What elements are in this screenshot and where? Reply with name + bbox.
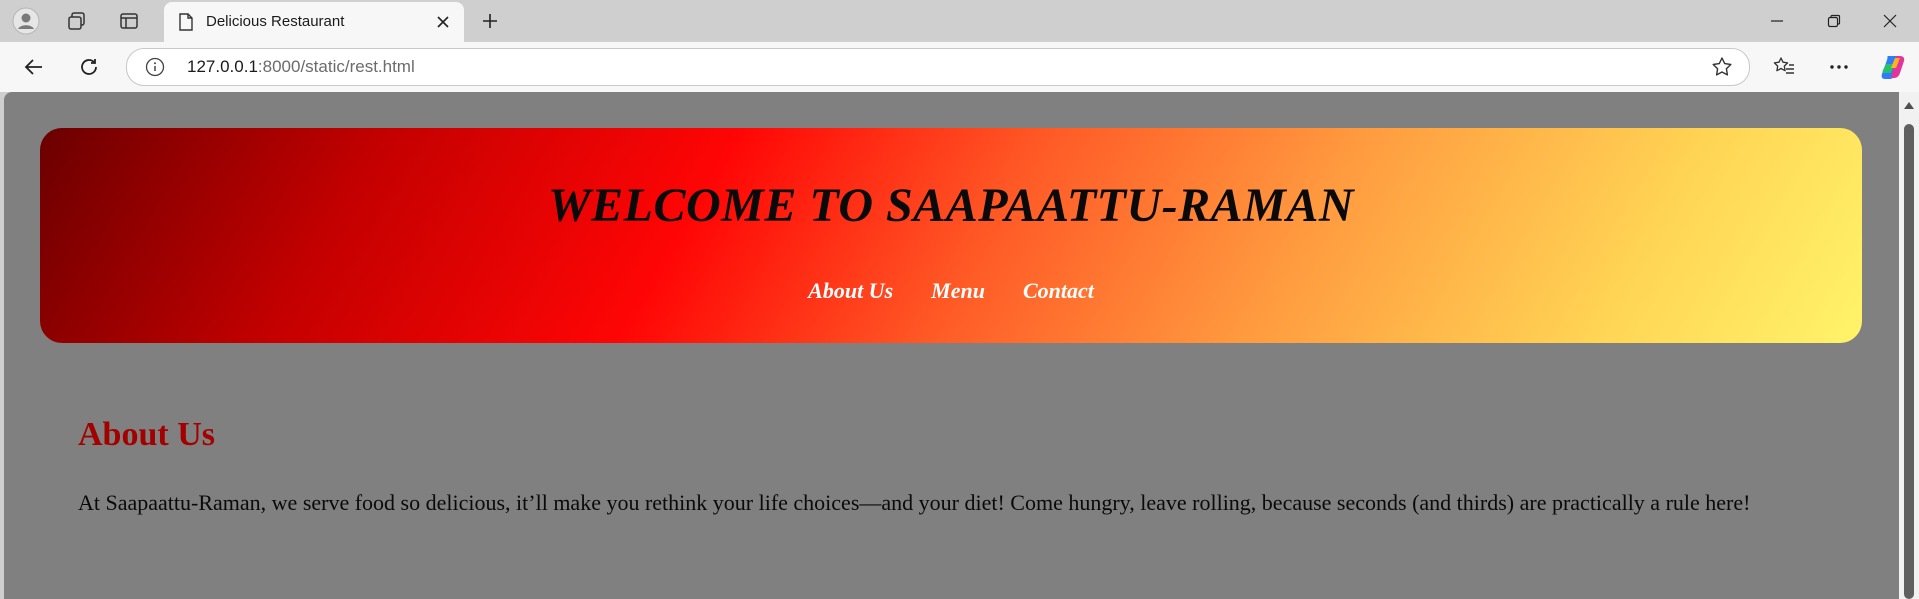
more-button[interactable] (1821, 50, 1857, 84)
profile-icon (12, 7, 40, 35)
hero-title: WELCOME TO SAAPAATTU-RAMAN (547, 179, 1355, 232)
scroll-up-arrow[interactable] (1904, 102, 1914, 109)
page-viewport: WELCOME TO SAAPAATTU-RAMAN About Us Menu C… (4, 92, 1899, 599)
tab-strip: Delicious Restaurant (0, 0, 1919, 42)
favorites-icon (1773, 57, 1794, 74)
vertical-scrollbar[interactable] (1899, 92, 1919, 599)
minimize-button[interactable] (1749, 0, 1805, 42)
plus-icon (483, 14, 497, 28)
hero-header: WELCOME TO SAAPAATTU-RAMAN About Us Menu C… (40, 128, 1862, 343)
url-host: 127.0.0.1 (187, 57, 258, 76)
copilot-icon (1881, 56, 1905, 79)
window-close-icon (1883, 14, 1897, 28)
minimize-icon (1771, 20, 1783, 22)
active-tab[interactable]: Delicious Restaurant (164, 2, 464, 42)
scrollbar-thumb[interactable] (1904, 124, 1914, 599)
about-paragraph: At Saapaattu-Raman, we serve food so del… (78, 490, 1751, 515)
window-close-button[interactable] (1862, 0, 1918, 42)
url-text[interactable]: 127.0.0.1:8000/static/rest.html (187, 57, 415, 77)
tab-actions-button[interactable] (113, 5, 145, 37)
browser-toolbar: 127.0.0.1:8000/static/rest.html (0, 42, 1919, 92)
favorites-button[interactable] (1766, 50, 1802, 84)
about-heading: About Us (78, 416, 215, 453)
page-icon (179, 13, 193, 31)
refresh-button[interactable] (71, 50, 107, 84)
refresh-icon (81, 59, 97, 75)
nav-link-menu[interactable]: Menu (931, 278, 985, 303)
workspaces-button[interactable] (61, 5, 93, 37)
new-tab-button[interactable] (474, 5, 506, 37)
profile-button[interactable] (10, 5, 42, 37)
nav-link-about-us[interactable]: About Us (808, 278, 893, 303)
workspaces-icon (68, 12, 85, 30)
restore-button[interactable] (1806, 0, 1862, 42)
tab-title: Delicious Restaurant (206, 13, 345, 30)
more-icon (1830, 65, 1848, 69)
tab-actions-icon (120, 13, 138, 29)
address-bar[interactable]: 127.0.0.1:8000/static/rest.html (126, 48, 1750, 86)
close-tab-button[interactable] (432, 11, 454, 33)
star-icon[interactable] (1711, 56, 1733, 78)
nav-link-contact[interactable]: Contact (1023, 278, 1094, 303)
info-icon[interactable] (145, 57, 165, 77)
back-button[interactable] (16, 50, 52, 84)
restore-icon (1827, 14, 1841, 28)
main-nav: About Us Menu Contact (40, 278, 1862, 304)
close-icon (437, 16, 449, 28)
url-path: :8000/static/rest.html (257, 57, 415, 76)
copilot-button[interactable] (1875, 50, 1911, 84)
back-icon (24, 59, 42, 75)
